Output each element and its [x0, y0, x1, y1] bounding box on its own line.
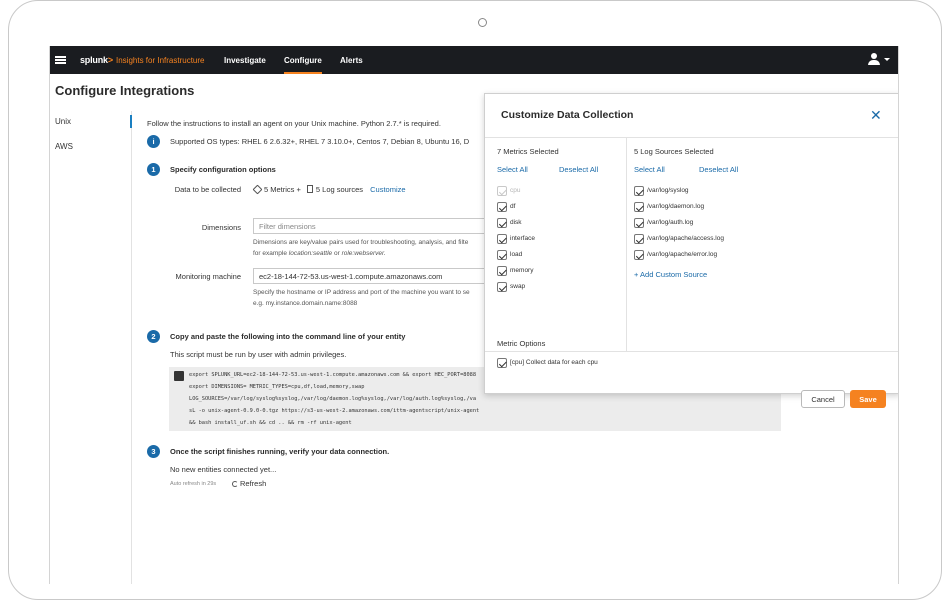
metrics-select-all[interactable]: Select All	[497, 165, 528, 174]
sidebar-divider	[131, 111, 132, 584]
top-nav-bar: splunk> Insights for Infrastructure Inve…	[50, 46, 898, 74]
modal-title: Customize Data Collection	[501, 109, 634, 121]
metric-options-header: Metric Options	[497, 339, 546, 348]
modal-footer-divider	[485, 351, 898, 352]
code-line: LOG_SOURCES=/var/log/syslog%syslog,/var/…	[189, 396, 477, 402]
data-collected-label: Data to be collected	[174, 185, 241, 194]
code-line: export SPLUNK_URL=ec2-18-144-72-53.us-we…	[189, 372, 477, 378]
nav-alerts[interactable]: Alerts	[340, 56, 363, 65]
refresh-button[interactable]: Refresh	[232, 479, 266, 488]
step-3-badge: 3	[147, 445, 160, 458]
logs-deselect-all[interactable]: Deselect All	[699, 165, 738, 174]
code-line: sL -o unix-agent-0.9.0-0.tgz https://s3-…	[189, 408, 480, 414]
monitoring-machine-input[interactable]: ec2-18-144-72-53.us-west-1.compute.amazo…	[253, 268, 493, 284]
sidebar-active-indicator	[130, 115, 132, 128]
auto-refresh-text: Auto refresh in 29s	[170, 481, 217, 487]
customize-data-collection-modal: Customize Data Collection ✕ 7 Metrics Se…	[484, 93, 898, 394]
dimensions-input[interactable]	[253, 218, 493, 234]
add-custom-source-link[interactable]: + Add Custom Source	[634, 270, 707, 279]
page-title: Configure Integrations	[55, 83, 195, 98]
cancel-button[interactable]: Cancel	[801, 390, 845, 408]
nav-configure[interactable]: Configure	[284, 56, 322, 74]
camera-dot	[478, 18, 487, 27]
dimensions-label: Dimensions	[201, 223, 241, 232]
data-summary: 5 Metrics +5 Log sources Customize	[252, 184, 406, 195]
user-icon	[871, 53, 877, 59]
info-icon: i	[147, 135, 160, 148]
supported-os-text: Supported OS types: RHEL 6 2.6.32+, RHEL…	[170, 137, 470, 146]
dimensions-example: for example location:seattle or role:web…	[253, 250, 386, 257]
step-1-badge: 1	[147, 163, 160, 176]
save-button[interactable]: Save	[850, 390, 886, 408]
hamburger-menu-icon[interactable]	[55, 56, 66, 64]
refresh-icon	[232, 481, 238, 487]
tag-icon	[252, 184, 263, 195]
monitoring-help: Specify the hostname or IP address and p…	[253, 289, 470, 296]
app-screen: splunk> Insights for Infrastructure Inve…	[49, 46, 899, 584]
log-sources-selected-header: 5 Log Sources Selected	[634, 147, 714, 156]
logs-select-all[interactable]: Select All	[634, 165, 665, 174]
close-icon[interactable]: ✕	[870, 107, 882, 124]
caret-down-icon	[884, 58, 890, 61]
monitoring-example: e.g. my.instance.domain.name:8088	[253, 300, 358, 307]
step-1-title: Specify configuration options	[170, 165, 276, 174]
monitoring-machine-label: Monitoring machine	[175, 272, 241, 281]
sidebar-item-aws[interactable]: AWS	[55, 142, 73, 151]
splunk-logo[interactable]: splunk>	[80, 55, 113, 65]
connection-status: No new entities connected yet...	[170, 465, 277, 474]
step-3-title: Once the script finishes running, verify…	[170, 447, 390, 456]
code-line: export DIMENSIONS= METRIC_TYPES=cpu,df,l…	[189, 384, 365, 390]
user-menu[interactable]	[868, 53, 890, 67]
code-line: && bash install_uf.sh && cd .. && rm -rf…	[189, 420, 352, 426]
sidebar-item-unix[interactable]: Unix	[55, 117, 71, 126]
instructions-text: Follow the instructions to install an ag…	[147, 119, 441, 128]
step-2-badge: 2	[147, 330, 160, 343]
metrics-deselect-all[interactable]: Deselect All	[559, 165, 598, 174]
nav-investigate[interactable]: Investigate	[224, 56, 266, 65]
modal-divider	[485, 137, 898, 138]
step-2-title: Copy and paste the following into the co…	[170, 332, 406, 341]
dimensions-help: Dimensions are key/value pairs used for …	[253, 239, 469, 246]
admin-privileges-note: This script must be run by user with adm…	[170, 350, 347, 359]
metrics-selected-header: 7 Metrics Selected	[497, 147, 559, 156]
customize-link[interactable]: Customize	[370, 185, 405, 194]
modal-column-divider	[626, 137, 627, 351]
copy-icon[interactable]	[174, 371, 184, 381]
product-name: Insights for Infrastructure	[116, 55, 205, 65]
document-icon	[306, 185, 313, 193]
